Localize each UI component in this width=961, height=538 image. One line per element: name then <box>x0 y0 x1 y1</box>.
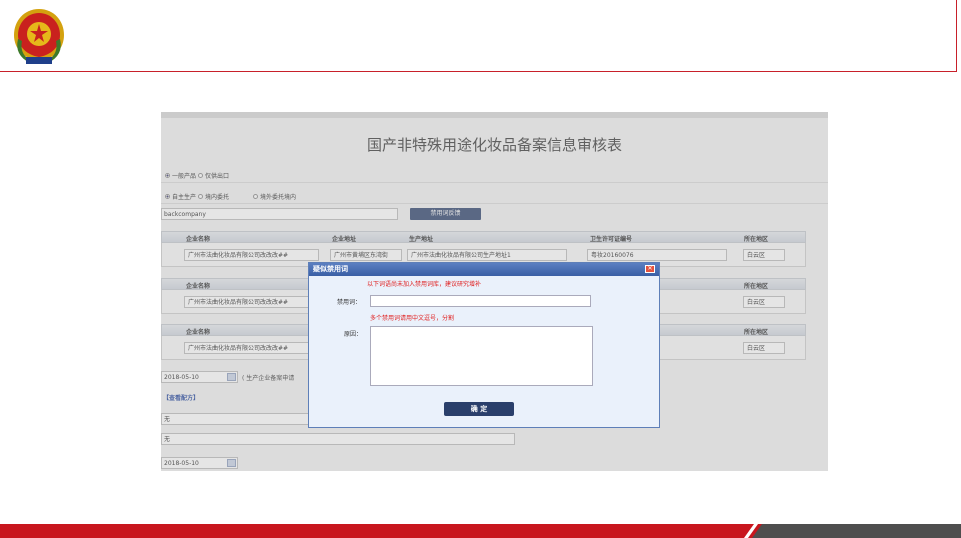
reason-label: 原因： <box>344 331 363 338</box>
footer-accent <box>752 524 961 538</box>
dialog-notice: 以下词语尚未加入禁用词库，建议研究增补 <box>367 281 482 288</box>
page-header <box>0 0 957 72</box>
confirm-button[interactable]: 确 定 <box>444 402 514 416</box>
banned-word-dialog: 疑似禁用词 ✕ 以下词语尚未加入禁用词库，建议研究增补 禁用词： 多个禁用词请用… <box>308 262 660 428</box>
close-icon[interactable]: ✕ <box>645 265 655 273</box>
app-screenshot: 国产非特殊用途化妆品备案信息审核表 一般产品 仅供出口 自主生产 境内委托 境外… <box>161 112 828 471</box>
dialog-title: 疑似禁用词 <box>309 263 659 276</box>
reason-textarea[interactable] <box>370 326 593 386</box>
national-emblem-icon <box>14 9 64 64</box>
banned-word-input[interactable] <box>370 295 591 307</box>
banned-word-label: 禁用词： <box>337 299 362 306</box>
banned-word-hint: 多个禁用词请用中文逗号，分割 <box>370 315 455 322</box>
